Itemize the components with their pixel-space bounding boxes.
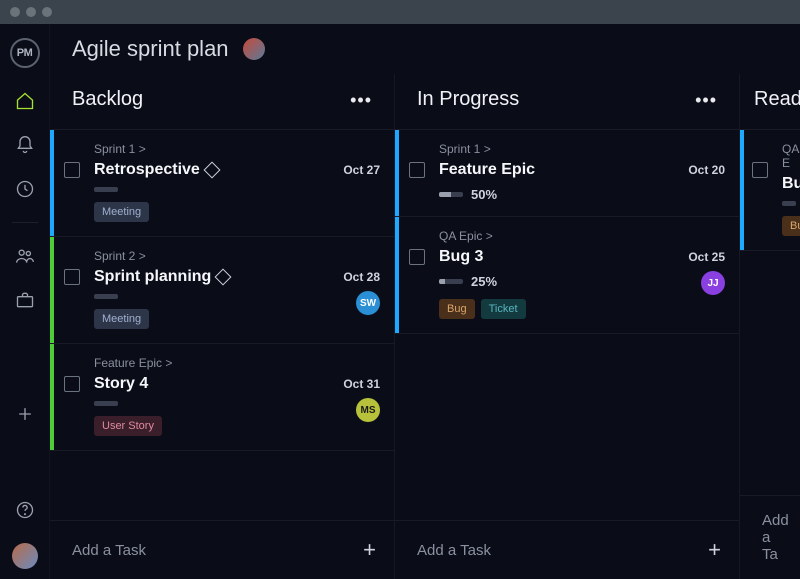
card-edge <box>50 237 54 343</box>
task-checkbox[interactable] <box>409 162 425 178</box>
card-edge <box>395 130 399 216</box>
plus-icon: + <box>363 537 376 563</box>
tag-meeting[interactable]: Meeting <box>94 309 149 329</box>
task-date: Oct 28 <box>343 270 380 284</box>
task-card[interactable]: Feature Epic > Story 4 Oct 31 MS User St… <box>50 343 394 451</box>
task-card[interactable]: Sprint 2 > Sprint planning Oct 28 SW Mee… <box>50 236 394 343</box>
column-backlog: Backlog ••• Sprint 1 > Retrospective Oct… <box>50 74 395 579</box>
task-title: Sprint planning <box>94 268 211 286</box>
app-logo[interactable]: PM <box>10 38 40 68</box>
breadcrumb[interactable]: QA E <box>782 142 796 170</box>
tag-bug[interactable]: Bug <box>782 216 800 236</box>
assignee-avatar[interactable]: SW <box>356 291 380 315</box>
progress-bar <box>439 192 463 197</box>
tag-ticket[interactable]: Ticket <box>481 299 526 319</box>
plus-icon[interactable] <box>14 403 36 425</box>
window-control-dot[interactable] <box>26 7 36 17</box>
task-checkbox[interactable] <box>64 376 80 392</box>
briefcase-icon[interactable] <box>14 289 36 311</box>
task-date: Oct 27 <box>343 163 380 177</box>
people-icon[interactable] <box>14 245 36 267</box>
task-card[interactable]: QA E Bu Bug <box>740 129 800 251</box>
breadcrumb[interactable]: Sprint 1 > <box>94 142 380 156</box>
card-edge <box>740 130 744 250</box>
progress-bar <box>94 401 118 406</box>
column-menu-icon[interactable]: ••• <box>695 97 717 103</box>
tag-user-story[interactable]: User Story <box>94 416 162 436</box>
home-icon[interactable] <box>14 90 36 112</box>
add-task-button[interactable]: Add a Ta <box>740 495 800 579</box>
breadcrumb[interactable]: Sprint 1 > <box>439 142 725 156</box>
breadcrumb[interactable]: Feature Epic > <box>94 356 380 370</box>
task-card[interactable]: Sprint 1 > Feature Epic Oct 20 50% <box>395 129 739 216</box>
task-date: Oct 31 <box>343 377 380 391</box>
task-checkbox[interactable] <box>752 162 768 178</box>
task-date: Oct 20 <box>688 163 725 177</box>
tag-meeting[interactable]: Meeting <box>94 202 149 222</box>
task-checkbox[interactable] <box>64 162 80 178</box>
task-date: Oct 25 <box>688 250 725 264</box>
tag-bug[interactable]: Bug <box>439 299 475 319</box>
help-icon[interactable] <box>14 499 36 521</box>
column-in-progress: In Progress ••• Sprint 1 > Feature Epic … <box>395 74 740 579</box>
page-title: Agile sprint plan <box>72 36 229 62</box>
progress-bar <box>94 187 118 192</box>
add-task-label: Add a Task <box>417 542 491 559</box>
progress-bar <box>94 294 118 299</box>
column-title: Backlog <box>72 88 143 111</box>
breadcrumb[interactable]: QA Epic > <box>439 229 725 243</box>
assignee-avatar[interactable]: MS <box>356 398 380 422</box>
progress-bar <box>782 201 796 206</box>
column-menu-icon[interactable]: ••• <box>350 97 372 103</box>
task-title: Bu <box>782 175 800 193</box>
column-ready: Read QA E Bu Bug Add a Ta <box>740 74 800 579</box>
progress-pct: 50% <box>471 187 497 202</box>
milestone-icon <box>215 269 232 286</box>
milestone-icon <box>203 162 220 179</box>
card-edge <box>50 344 54 450</box>
breadcrumb[interactable]: Sprint 2 > <box>94 249 380 263</box>
card-edge <box>50 130 54 236</box>
task-title: Retrospective <box>94 161 200 179</box>
sidebar: PM <box>0 24 50 579</box>
task-checkbox[interactable] <box>64 269 80 285</box>
task-title: Feature Epic <box>439 161 535 179</box>
window-control-dot[interactable] <box>42 7 52 17</box>
window-control-dot[interactable] <box>10 7 20 17</box>
plus-icon: + <box>708 537 721 563</box>
clock-icon[interactable] <box>14 178 36 200</box>
task-card[interactable]: Sprint 1 > Retrospective Oct 27 Meeting <box>50 129 394 236</box>
window-titlebar <box>0 0 800 24</box>
sidebar-divider <box>12 222 38 223</box>
user-avatar[interactable] <box>12 543 38 569</box>
task-title: Bug 3 <box>439 248 483 266</box>
add-task-button[interactable]: Add a Task + <box>395 520 739 579</box>
progress-pct: 25% <box>471 274 497 289</box>
task-card[interactable]: QA Epic > Bug 3 Oct 25 JJ 25% Bug Ticket <box>395 216 739 334</box>
progress-bar <box>439 279 463 284</box>
column-title: In Progress <box>417 88 519 111</box>
add-task-label: Add a Task <box>72 542 146 559</box>
assignee-avatar[interactable]: JJ <box>701 271 725 295</box>
task-title: Story 4 <box>94 375 148 393</box>
card-edge <box>395 217 399 333</box>
add-task-label: Add a Ta <box>762 512 789 563</box>
column-title: Read <box>754 88 800 111</box>
task-checkbox[interactable] <box>409 249 425 265</box>
page-header: Agile sprint plan <box>50 24 800 74</box>
add-task-button[interactable]: Add a Task + <box>50 520 394 579</box>
kanban-board: Backlog ••• Sprint 1 > Retrospective Oct… <box>50 74 800 579</box>
project-avatar[interactable] <box>243 38 265 60</box>
bell-icon[interactable] <box>14 134 36 156</box>
